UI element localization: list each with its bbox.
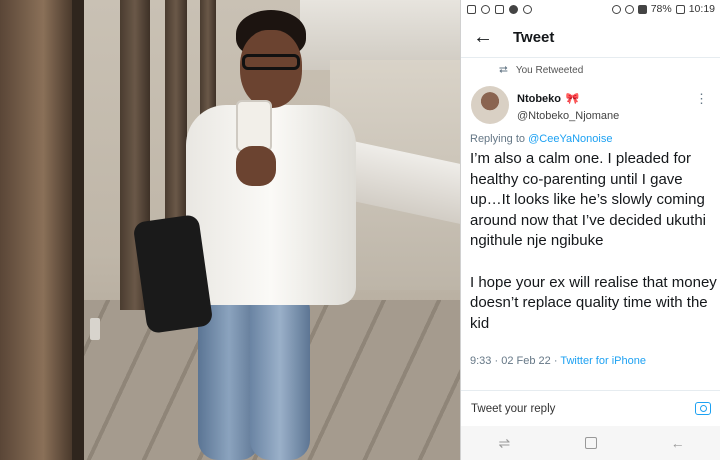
- tweet-meta: 9:33 · 02 Feb 22 · Twitter for iPhone: [470, 355, 646, 367]
- recent-apps-button[interactable]: ⇌: [484, 428, 524, 458]
- android-nav-bar: ⇌ ←: [461, 426, 720, 460]
- more-vertical-icon: ⋮: [695, 91, 708, 106]
- tweet-time: 9:33: [470, 355, 492, 367]
- notification-icon: [467, 4, 476, 14]
- camera-icon[interactable]: [695, 402, 711, 415]
- notification-icon: [481, 4, 490, 14]
- system-icons: 78% 10:19: [611, 3, 715, 15]
- system-back-button[interactable]: ←: [658, 428, 698, 458]
- retweet-label: You Retweeted: [515, 65, 584, 76]
- meta-separator: ·: [494, 355, 499, 367]
- app-header: ← Tweet: [461, 18, 720, 58]
- more-options-button[interactable]: ⋮: [695, 92, 708, 105]
- page-title: Tweet: [513, 29, 555, 46]
- person-phone: [236, 100, 272, 152]
- meta-separator: ·: [553, 355, 558, 367]
- home-button[interactable]: [571, 428, 611, 458]
- ribbon-icon: 🎀: [565, 93, 580, 105]
- person-jeans: [250, 290, 310, 460]
- person-glasses: [242, 54, 300, 70]
- retweet-icon: ⮂: [499, 64, 508, 76]
- notification-icon: [523, 4, 532, 14]
- reply-input[interactable]: [471, 402, 695, 415]
- replying-to-link[interactable]: @CeeYaNonoise: [528, 133, 612, 145]
- author-name-row: Ntobeko 🎀: [517, 89, 619, 107]
- tweet-text: I’m also a calm one. I pleaded for healt…: [470, 150, 717, 332]
- back-arrow-icon: ←: [670, 435, 685, 451]
- author-block[interactable]: Ntobeko 🎀 @Ntobeko_Njomane: [517, 89, 619, 122]
- battery-icon: [675, 4, 685, 14]
- selfie-photo: [0, 0, 460, 460]
- arrow-left-icon: ←: [473, 26, 493, 48]
- display-name: Ntobeko: [517, 93, 561, 105]
- recent-apps-icon: ⇌: [498, 434, 511, 451]
- avatar[interactable]: [471, 86, 509, 124]
- replying-to: Replying to @CeeYaNonoise: [470, 133, 612, 145]
- signal-icon: [637, 4, 647, 14]
- tweet-screen: 78% 10:19 ← Tweet ⮂ You Retweeted Ntobek…: [460, 0, 720, 460]
- tweet-date: 02 Feb 22: [501, 355, 551, 367]
- home-icon: [584, 437, 597, 449]
- photo-door-hinge: [90, 318, 100, 340]
- person-hand: [236, 146, 276, 186]
- status-bar: 78% 10:19: [461, 0, 720, 18]
- wifi-icon: [624, 4, 634, 14]
- notification-icon: [509, 4, 518, 14]
- tweet-source-link[interactable]: Twitter for iPhone: [560, 355, 646, 367]
- alarm-icon: [611, 4, 621, 14]
- battery-level: 78%: [650, 3, 672, 15]
- photo-door: [0, 0, 72, 460]
- notification-icons: [467, 4, 532, 14]
- replying-to-label: Replying to: [470, 133, 526, 145]
- clock: 10:19: [688, 3, 715, 15]
- user-handle: @Ntobeko_Njomane: [517, 110, 620, 122]
- back-button[interactable]: ←: [461, 18, 505, 58]
- retweet-context: ⮂ You Retweeted: [499, 64, 583, 77]
- reply-composer: [461, 390, 720, 426]
- photo-door-edge: [72, 0, 84, 460]
- notification-icon: [495, 4, 504, 14]
